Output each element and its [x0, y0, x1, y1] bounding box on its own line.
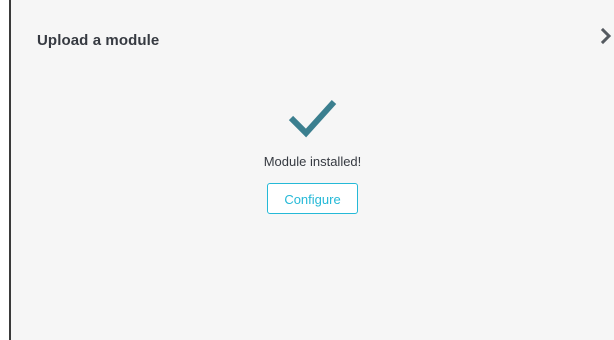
modal-header: Upload a module: [11, 0, 614, 80]
modal-body: Module installed! Configure: [11, 96, 614, 214]
close-button[interactable]: [600, 26, 614, 46]
chevron-right-icon: [600, 27, 612, 45]
status-message: Module installed!: [263, 154, 362, 169]
checkmark-icon: [288, 99, 336, 138]
upload-module-modal: Upload a module Module installed! Config…: [11, 0, 614, 340]
configure-button[interactable]: Configure: [267, 183, 358, 214]
modal-title: Upload a module: [37, 32, 160, 49]
